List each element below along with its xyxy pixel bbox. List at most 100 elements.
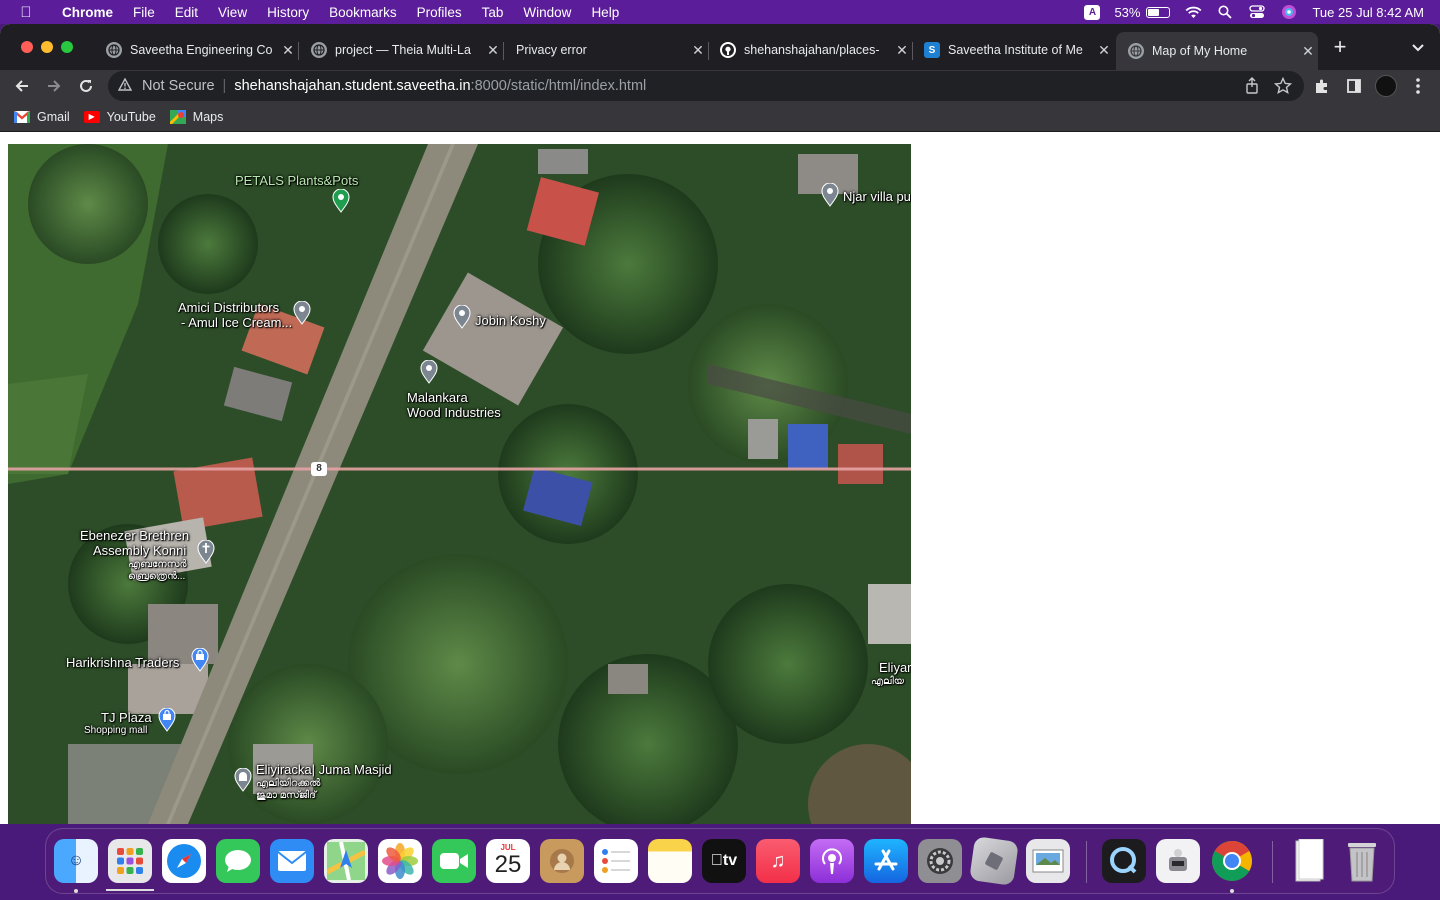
close-window-button[interactable]	[21, 41, 33, 53]
place-label[interactable]: Jobin Koshy	[475, 313, 546, 328]
tab-map-of-my-home[interactable]: Map of My Home ✕	[1116, 32, 1318, 70]
place-pin-icon[interactable]	[821, 183, 839, 207]
tab-theia-project[interactable]: project — Theia Multi-La ✕	[299, 34, 503, 66]
place-label[interactable]: Ebenezer Brethren	[80, 528, 189, 543]
tab-privacy-error[interactable]: Privacy error ✕	[504, 34, 708, 66]
place-pin-icon[interactable]	[420, 360, 438, 384]
contacts-icon[interactable]	[540, 839, 584, 883]
tab-search-chevron-down-icon[interactable]	[1408, 37, 1428, 57]
new-tab-plus-icon[interactable]: +	[1330, 36, 1350, 58]
wifi-icon[interactable]	[1184, 3, 1202, 21]
close-tab-icon[interactable]: ✕	[483, 42, 503, 59]
place-label-line2[interactable]: Assembly Konni	[93, 543, 186, 558]
reload-icon[interactable]	[74, 74, 98, 98]
mosque-pin-icon[interactable]	[234, 768, 252, 792]
shopping-bag-pin-icon[interactable]	[191, 648, 209, 672]
close-tab-icon[interactable]: ✕	[1094, 42, 1114, 59]
menu-tab[interactable]: Tab	[472, 5, 514, 20]
tab-github-places[interactable]: shehanshajahan/places- ✕	[708, 34, 912, 66]
quicktime-icon[interactable]	[1102, 839, 1146, 883]
profile-avatar[interactable]	[1374, 74, 1398, 98]
battery-status[interactable]: 53%	[1114, 5, 1171, 20]
extensions-puzzle-icon[interactable]	[1310, 74, 1334, 98]
menu-bookmarks[interactable]: Bookmarks	[319, 5, 407, 20]
place-label-line2[interactable]: - Amul Ice Cream...	[181, 315, 292, 330]
google-chrome-icon[interactable]	[1210, 839, 1254, 883]
calendar-icon[interactable]: JUL 25	[486, 839, 530, 883]
address-bar[interactable]: Not Secure | shehanshajahan.student.save…	[108, 71, 1304, 101]
documents-folder-icon[interactable]	[1286, 839, 1330, 883]
place-category-label[interactable]: Shopping mall	[84, 725, 147, 737]
trash-icon[interactable]	[1340, 839, 1384, 883]
close-tab-icon[interactable]: ✕	[688, 42, 708, 59]
siri-icon[interactable]	[1280, 3, 1298, 21]
place-label-local[interactable]: ബ്രെത്രെൻ...	[128, 571, 185, 583]
place-label[interactable]: Eliyiracka| Juma Masjid	[256, 762, 392, 777]
spotlight-search-icon[interactable]	[1216, 3, 1234, 21]
forward-arrow-icon[interactable]	[42, 74, 66, 98]
launchpad-icon[interactable]	[108, 839, 152, 883]
shopping-bag-pin-icon[interactable]	[158, 708, 176, 732]
tab-saveetha-institute[interactable]: S Saveetha Institute of Me ✕	[912, 34, 1114, 66]
preview-icon[interactable]	[1026, 839, 1070, 883]
notes-icon[interactable]	[648, 839, 692, 883]
place-label-line2[interactable]: Wood Industries	[407, 405, 501, 420]
place-label[interactable]: PETALS Plants&Pots	[235, 173, 358, 188]
share-icon[interactable]	[1244, 77, 1260, 99]
input-source-icon[interactable]: A	[1084, 4, 1101, 20]
facetime-icon[interactable]	[432, 839, 476, 883]
place-label-local[interactable]: എലിയിറക്കൽ	[256, 778, 320, 790]
bookmark-star-icon[interactable]	[1273, 76, 1293, 99]
place-label-local[interactable]: ജുമാ മസ്ജിദ്	[256, 790, 316, 802]
place-label-local[interactable]: എലിയ	[871, 676, 904, 688]
satellite-map[interactable]: 8 PETALS Plants&Pots Njar villa pu Amici…	[8, 144, 911, 824]
apple-tv-icon[interactable]: tv	[702, 839, 746, 883]
apple-menu-icon[interactable]: 	[0, 4, 52, 21]
menu-window[interactable]: Window	[513, 5, 581, 20]
place-label[interactable]: Eliyar	[879, 660, 911, 675]
place-label[interactable]: Harikrishna Traders	[66, 655, 179, 670]
control-center-icon[interactable]	[1248, 3, 1266, 21]
music-note-icon[interactable]: ♫	[756, 839, 800, 883]
screen-sharing-icon[interactable]	[969, 836, 1019, 886]
place-label[interactable]: Amici Distributors	[178, 300, 279, 315]
safari-compass-icon[interactable]	[162, 839, 206, 883]
place-label-local[interactable]: എബനേസർ	[128, 559, 187, 571]
maps-app-icon[interactable]	[324, 839, 368, 883]
bookmark-maps[interactable]: Maps	[169, 109, 223, 124]
mail-icon[interactable]	[270, 839, 314, 883]
minimize-window-button[interactable]	[41, 41, 53, 53]
messages-icon[interactable]	[216, 839, 260, 883]
menu-history[interactable]: History	[257, 5, 319, 20]
zoom-window-button[interactable]	[61, 41, 73, 53]
photos-icon[interactable]	[378, 839, 422, 883]
more-menu-icon[interactable]	[1406, 74, 1430, 98]
side-panel-icon[interactable]	[1342, 74, 1366, 98]
close-tab-icon[interactable]: ✕	[278, 42, 298, 59]
warning-triangle-icon[interactable]	[117, 77, 136, 94]
menu-file[interactable]: File	[123, 5, 165, 20]
not-secure-label[interactable]: Not Secure	[142, 78, 215, 94]
place-pin-icon[interactable]	[453, 305, 471, 329]
finder-icon[interactable]: ☺	[54, 839, 98, 883]
bookmark-gmail[interactable]: Gmail	[14, 110, 70, 124]
place-label[interactable]: TJ Plaza	[101, 710, 152, 725]
plant-nursery-pin-icon[interactable]	[332, 189, 350, 213]
tab-saveetha-engineering[interactable]: Saveetha Engineering Co ✕	[94, 34, 298, 66]
church-pin-icon[interactable]	[197, 540, 215, 564]
close-tab-icon[interactable]: ✕	[1298, 43, 1318, 60]
bookmark-youtube[interactable]: ▶ YouTube	[83, 110, 156, 124]
place-label[interactable]: Malankara	[407, 390, 468, 405]
system-settings-gear-icon[interactable]	[918, 839, 962, 883]
place-label[interactable]: Njar villa pu	[843, 189, 911, 204]
app-store-icon[interactable]	[864, 839, 908, 883]
place-pin-icon[interactable]	[293, 301, 311, 325]
automator-robot-icon[interactable]	[1156, 839, 1200, 883]
menu-app-chrome[interactable]: Chrome	[52, 5, 123, 20]
podcasts-icon[interactable]	[810, 839, 854, 883]
reminders-icon[interactable]	[594, 839, 638, 883]
menu-edit[interactable]: Edit	[165, 5, 208, 20]
menu-profiles[interactable]: Profiles	[407, 5, 472, 20]
close-tab-icon[interactable]: ✕	[892, 42, 912, 59]
menubar-clock[interactable]: Tue 25 Jul 8:42 AM	[1312, 5, 1424, 20]
